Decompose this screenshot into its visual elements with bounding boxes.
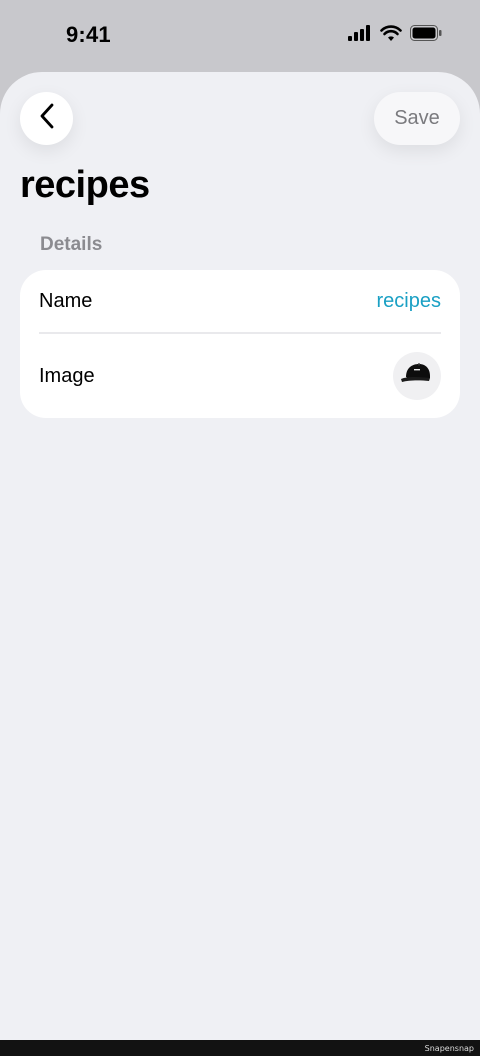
cap-icon	[399, 361, 435, 392]
watermark: Snapensnap	[424, 1044, 474, 1053]
status-icons	[348, 25, 442, 46]
name-label: Name	[39, 289, 93, 312]
battery-icon	[410, 25, 442, 46]
name-value[interactable]: recipes	[377, 290, 441, 313]
details-card: Name recipes Image	[20, 270, 460, 418]
status-bar: 9:41	[0, 0, 480, 72]
name-row[interactable]: Name recipes	[39, 270, 441, 334]
page-title: recipes	[20, 164, 150, 206]
edit-sheet: Save recipes Details Name recipes Image	[0, 72, 480, 1040]
back-button[interactable]	[20, 92, 73, 145]
section-label-details: Details	[40, 234, 103, 255]
image-label: Image	[39, 364, 95, 387]
image-row[interactable]: Image	[39, 334, 441, 418]
signal-icon	[348, 25, 372, 46]
wifi-icon	[380, 25, 402, 46]
save-button[interactable]: Save	[374, 92, 460, 145]
chevron-left-icon	[38, 103, 56, 134]
bottom-bar	[0, 1040, 480, 1056]
image-thumbnail[interactable]	[393, 352, 441, 400]
status-time: 9:41	[66, 22, 111, 47]
